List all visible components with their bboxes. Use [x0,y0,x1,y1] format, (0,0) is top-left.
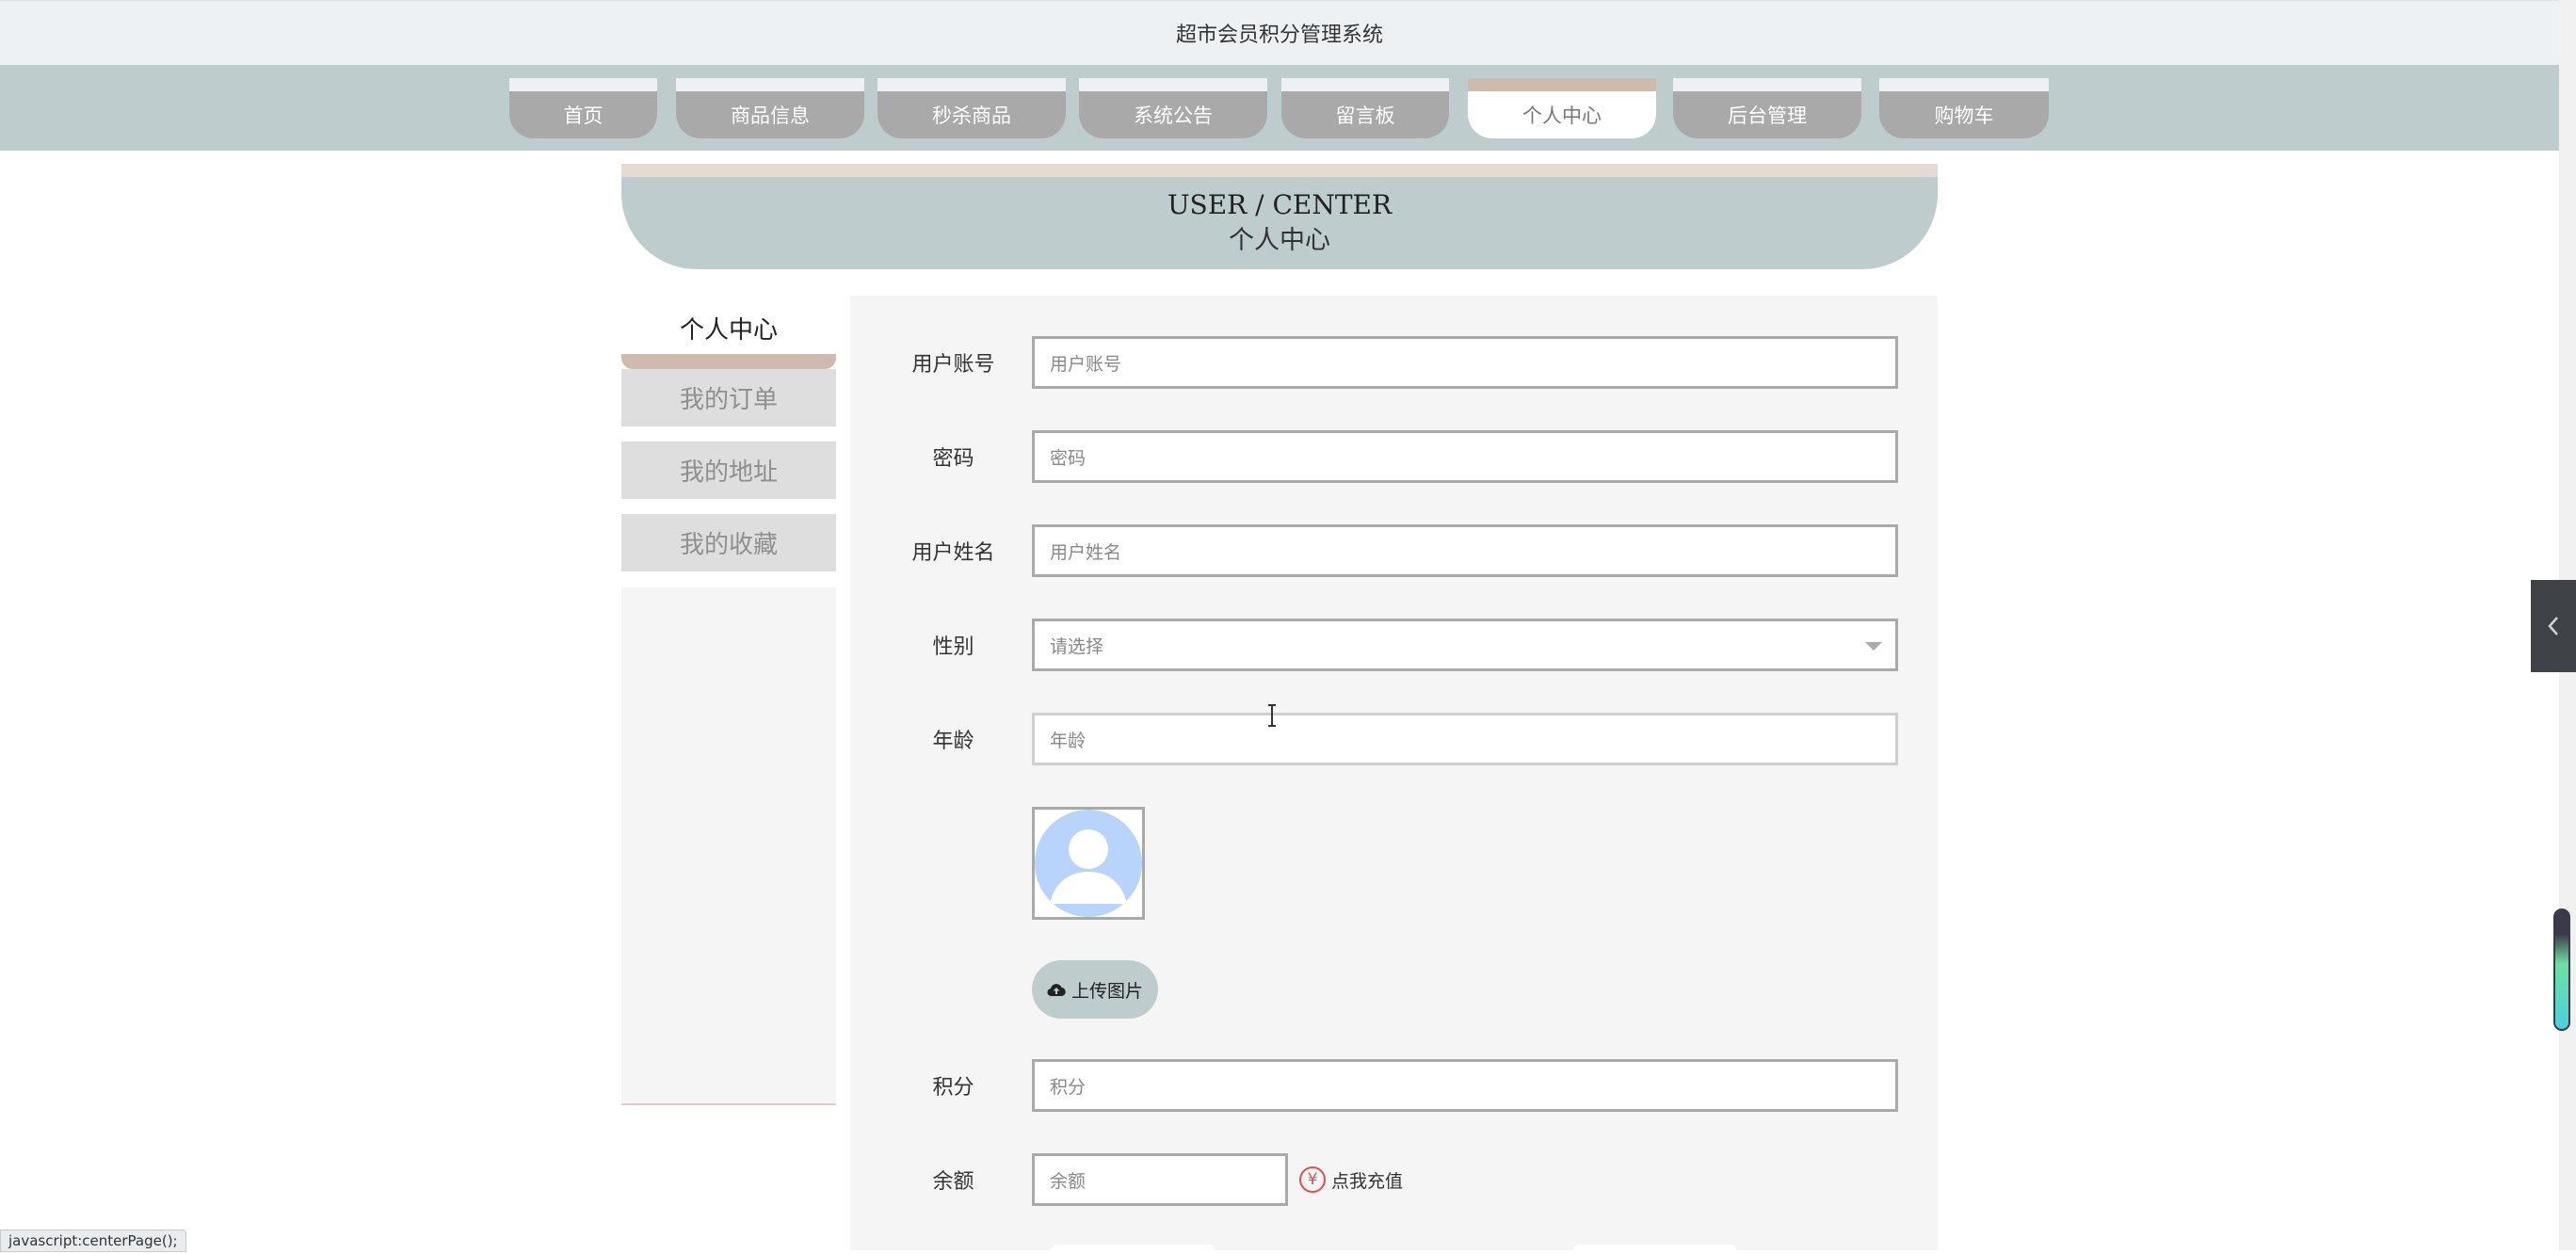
page-scrollbar-thumb[interactable] [2553,908,2570,1031]
sidebar-title: 个人中心 [679,315,778,345]
nav-user-center[interactable]: 个人中心 [1468,78,1656,138]
gender-label: 性别 [932,635,974,659]
gender-select-value: 请选择 [1050,635,1104,657]
age-label: 年龄 [932,730,974,753]
default-avatar-icon [1035,810,1142,917]
balance-input[interactable]: 余额 [1032,1153,1288,1206]
bottom-button-left[interactable] [1051,1245,1216,1254]
gender-select[interactable]: 请选择 [1032,619,1898,671]
balance-label: 余额 [932,1170,974,1194]
recharge-label: 点我充值 [1331,1170,1404,1192]
cloud-upload-icon [1047,984,1066,997]
app-title-bar: 超市会员积分管理系统 [0,0,2559,65]
sidebar-panel [621,587,836,1105]
bottom-button-right[interactable] [1572,1245,1737,1254]
nav-flash-sale[interactable]: 秒杀商品 [877,78,1066,138]
banner-title-cn: 个人中心 [1229,226,1330,255]
side-panel-toggle[interactable] [2531,580,2576,672]
nav-announcements[interactable]: 系统公告 [1079,78,1267,138]
avatar [1032,807,1145,920]
name-label: 用户姓名 [911,541,995,565]
upload-image-label: 上传图片 [1071,980,1143,1002]
recharge-link[interactable]: ¥ 点我充值 [1299,1164,1403,1196]
points-label: 积分 [932,1076,974,1100]
banner-title-en: USER / CENTER [1167,189,1393,220]
text-cursor-icon [1268,704,1276,727]
account-label: 用户账号 [911,353,995,377]
upload-image-button[interactable]: 上传图片 [1032,960,1158,1019]
browser-status-bar: javascript:centerPage(); [0,1230,186,1252]
nav-message-board[interactable]: 留言板 [1281,78,1449,138]
age-input[interactable]: 年龄 [1032,713,1898,765]
app-title: 超市会员积分管理系统 [1175,24,1383,47]
account-input[interactable]: 用户账号 [1032,336,1898,389]
sidebar-item-orders[interactable]: 我的订单 [621,369,836,426]
yen-icon: ¥ [1299,1166,1326,1193]
password-input[interactable]: 密码 [1032,430,1898,483]
nav-cart[interactable]: 购物车 [1879,78,2049,138]
name-input[interactable]: 用户姓名 [1032,524,1898,577]
sidebar-title-underline [621,354,836,369]
chevron-down-icon [1865,642,1882,651]
nav-admin[interactable]: 后台管理 [1673,78,1861,138]
points-input[interactable]: 积分 [1032,1059,1898,1112]
chevron-left-icon [2548,617,2558,635]
main-nav: 首页 商品信息 秒杀商品 系统公告 留言板 个人中心 后台管理 购物车 [0,65,2559,151]
sidebar-item-addresses[interactable]: 我的地址 [621,442,836,499]
page-banner: USER / CENTER 个人中心 [621,164,1938,269]
sidebar-item-favorites[interactable]: 我的收藏 [621,514,836,571]
password-label: 密码 [932,447,974,471]
nav-home[interactable]: 首页 [509,78,657,138]
nav-products[interactable]: 商品信息 [676,78,864,138]
